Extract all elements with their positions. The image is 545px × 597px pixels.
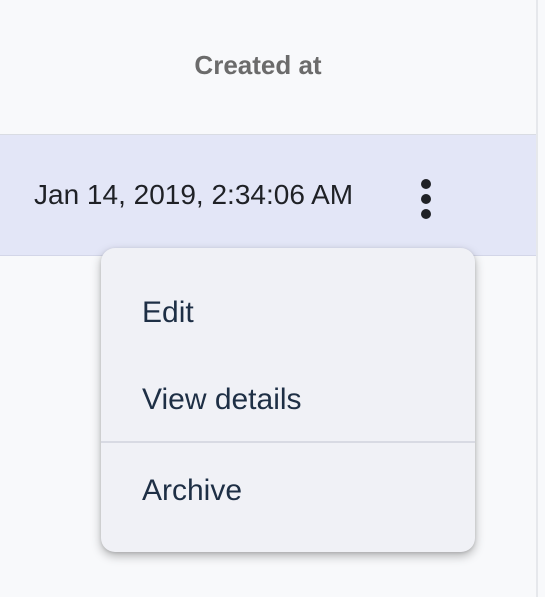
kebab-dot (421, 194, 431, 204)
table-row[interactable]: Jan 14, 2019, 2:34:06 AM (0, 135, 536, 256)
menu-divider (101, 441, 475, 443)
row-actions-menu: Edit View details Archive (101, 248, 475, 552)
column-header-created-at[interactable]: Created at (0, 0, 536, 135)
menu-item-edit[interactable]: Edit (101, 268, 475, 354)
column-divider (536, 0, 538, 597)
menu-item-label: Archive (142, 474, 243, 507)
kebab-dot (421, 179, 431, 189)
created-at-cell: Jan 14, 2019, 2:34:06 AM (34, 179, 354, 210)
kebab-dot (421, 209, 431, 219)
menu-item-archive[interactable]: Archive (101, 446, 475, 532)
menu-item-view-details[interactable]: View details (101, 355, 475, 441)
column-header-label: Created at (194, 50, 322, 80)
row-actions-kebab-icon[interactable] (410, 179, 442, 221)
menu-item-label: View details (142, 383, 302, 416)
menu-item-label: Edit (142, 296, 194, 329)
table-view: Created at Jan 14, 2019, 2:34:06 AM Edit… (0, 0, 545, 597)
